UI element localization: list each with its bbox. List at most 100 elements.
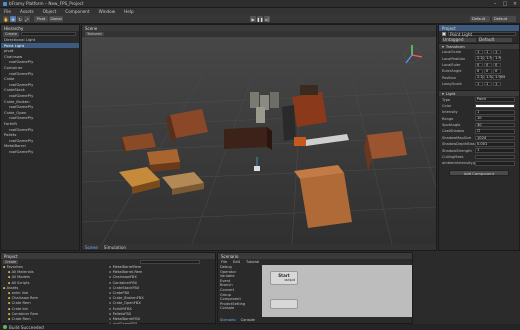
play-icon[interactable]: ▶ (250, 16, 256, 22)
xyz-fields: 2.27341.51.9 (475, 56, 501, 61)
light-value-field[interactable]: 1 (475, 148, 515, 153)
hierarchy-item[interactable]: roofGamePly (1, 149, 79, 155)
light-value-field[interactable]: 1 (475, 110, 515, 115)
status-bar: Build Succeeded (0, 324, 520, 330)
hierarchy-item-label: roofGamePly (9, 92, 34, 98)
transform-value-field[interactable]: 1 (484, 81, 492, 87)
scenario-menu-edit[interactable]: Edit (233, 260, 240, 264)
layers-dropdown[interactable]: Default (470, 16, 490, 22)
scenario-menu-file[interactable]: File (221, 260, 227, 264)
folder-label: Crate Rem (11, 316, 31, 321)
menu-component[interactable]: Component (65, 9, 89, 14)
light-value-field[interactable] (475, 161, 515, 166)
light-value-field[interactable]: 1024 (475, 135, 515, 141)
light-value-field[interactable] (475, 154, 515, 160)
minimize-icon[interactable]: – (490, 0, 500, 8)
light-value-field[interactable]: 0.001 (475, 141, 515, 147)
node-palette-item[interactable]: Console (220, 306, 260, 311)
light-title: Light (445, 91, 456, 97)
hierarchy-item-label: CrateStack (4, 87, 25, 93)
active-checkbox[interactable] (442, 32, 446, 36)
transform-value-field[interactable]: 1.905 (493, 75, 505, 81)
transform-value-field[interactable]: 1 (493, 49, 501, 55)
layer-dropdown[interactable]: Default (478, 37, 512, 43)
node-palette-label: Variable (220, 274, 235, 279)
tab-scenario[interactable]: Scenario (220, 318, 236, 322)
transform-value-field[interactable]: 2.2734 (475, 56, 490, 61)
crate-stack-model[interactable] (147, 149, 180, 172)
project-create-button[interactable]: Create (3, 259, 19, 264)
file-label: Crate_BrokenFBX (112, 296, 144, 301)
scene-viewport[interactable] (82, 37, 436, 244)
transform-value-field[interactable]: 1.5 (484, 56, 492, 61)
node-palette-label: ProjectSetting (220, 301, 246, 306)
gear-icon: ▾ (442, 44, 444, 49)
inspector-tab-label: Project (442, 25, 456, 31)
layout-dropdown-label: Default (494, 17, 508, 21)
add-component-button[interactable]: Add Component (449, 169, 509, 176)
transform-value-field[interactable]: 1 (475, 81, 483, 87)
node-palette-label: Operator (220, 269, 237, 274)
transform-value-field[interactable]: 1 (484, 49, 492, 55)
tag-dropdown[interactable]: Untagged (442, 37, 476, 43)
object-name-field[interactable]: Point Light (448, 31, 516, 37)
close-icon[interactable]: × (510, 0, 520, 8)
scene-tabbar: Scene Simulation (82, 244, 436, 250)
node-palette-label: Component (220, 297, 241, 302)
transform-row: LossyScale 1 1 1 (439, 81, 519, 87)
project-search-input[interactable] (140, 259, 201, 264)
transform-value-field[interactable]: 0 (493, 69, 501, 74)
step-icon[interactable]: ▸| (264, 16, 270, 22)
file-label: CrateFBX (112, 290, 130, 295)
transform-row-label: LocalScale (442, 50, 461, 55)
menu-object[interactable]: Object (43, 9, 57, 14)
light-value-field[interactable]: Point (475, 97, 515, 102)
scenario-canvas[interactable]: Start output (262, 265, 412, 317)
pivot-toggle[interactable]: Pivot (34, 16, 48, 22)
scenario-menu-tutorial[interactable]: Tutorial (246, 260, 259, 264)
light-value-field[interactable] (475, 103, 515, 109)
container-model[interactable] (224, 127, 272, 150)
pause-icon[interactable]: ❚❚ (257, 16, 263, 22)
menu-help[interactable]: Help (124, 9, 134, 14)
light-value-field[interactable]: 10 (475, 116, 515, 121)
folder-tree: ▪ Favorites ▪ All Materials ▪ All Models ▪ … (3, 265, 103, 322)
transform-value-field[interactable]: 1.9 (493, 56, 501, 61)
transform-value-field[interactable]: 0 (475, 62, 483, 68)
transform-value-field[interactable]: 0 (493, 62, 501, 68)
tab-scene[interactable]: Scene (85, 245, 98, 250)
second-node[interactable] (270, 299, 298, 309)
layout-dropdown[interactable]: Default (492, 16, 516, 22)
transform-value-field[interactable]: 1 (475, 49, 483, 55)
app-logo-icon (3, 1, 7, 6)
menu-assets[interactable]: Assets (20, 9, 34, 14)
scenario-tabbar: Scenario Console (220, 318, 255, 322)
file-list: ▫ MetalBarrelRem ▫ MetalBarrel.Rem ▫ Chain… (109, 265, 215, 327)
inspector-panel: Project Point Light Untagged Default ▾ Tr… (438, 24, 520, 251)
start-node-port[interactable]: output (271, 278, 297, 282)
hierarchy-create-button[interactable]: Create (3, 31, 19, 37)
transform-value-field[interactable]: 1 (493, 81, 501, 87)
tab-simulation[interactable]: Simulation (104, 245, 126, 250)
light-value-field[interactable]: ☐ (475, 129, 515, 134)
move-tool-icon[interactable]: ✥ (10, 16, 16, 22)
transform-value-field[interactable]: 0 (484, 69, 492, 74)
light-icon: ▾ (442, 91, 444, 97)
hierarchy-search-input[interactable] (20, 31, 76, 37)
hand-tool-icon[interactable]: ✋ (3, 16, 9, 22)
folder-item[interactable]: ▪ Crate Rem (3, 317, 103, 322)
transform-value-field[interactable]: 1.5718 (484, 75, 499, 81)
light-value-field[interactable]: 30 (475, 122, 515, 128)
start-node[interactable]: Start output (270, 271, 298, 285)
transform-value-field[interactable]: 2.2734 (475, 75, 490, 81)
global-toggle[interactable]: Global (49, 16, 63, 22)
menu-window[interactable]: Window (99, 9, 116, 14)
transform-value-field[interactable]: 0 (475, 69, 483, 74)
maximize-icon[interactable]: □ (500, 0, 510, 8)
view-mode-dropdown[interactable]: Textured (85, 32, 104, 36)
menu-file[interactable]: File (4, 9, 11, 14)
scale-tool-icon[interactable]: ⤢ (24, 16, 30, 22)
transform-value-field[interactable]: 0 (484, 62, 492, 68)
tab-console[interactable]: Console (241, 318, 255, 322)
rotate-tool-icon[interactable]: ↻ (17, 16, 23, 22)
